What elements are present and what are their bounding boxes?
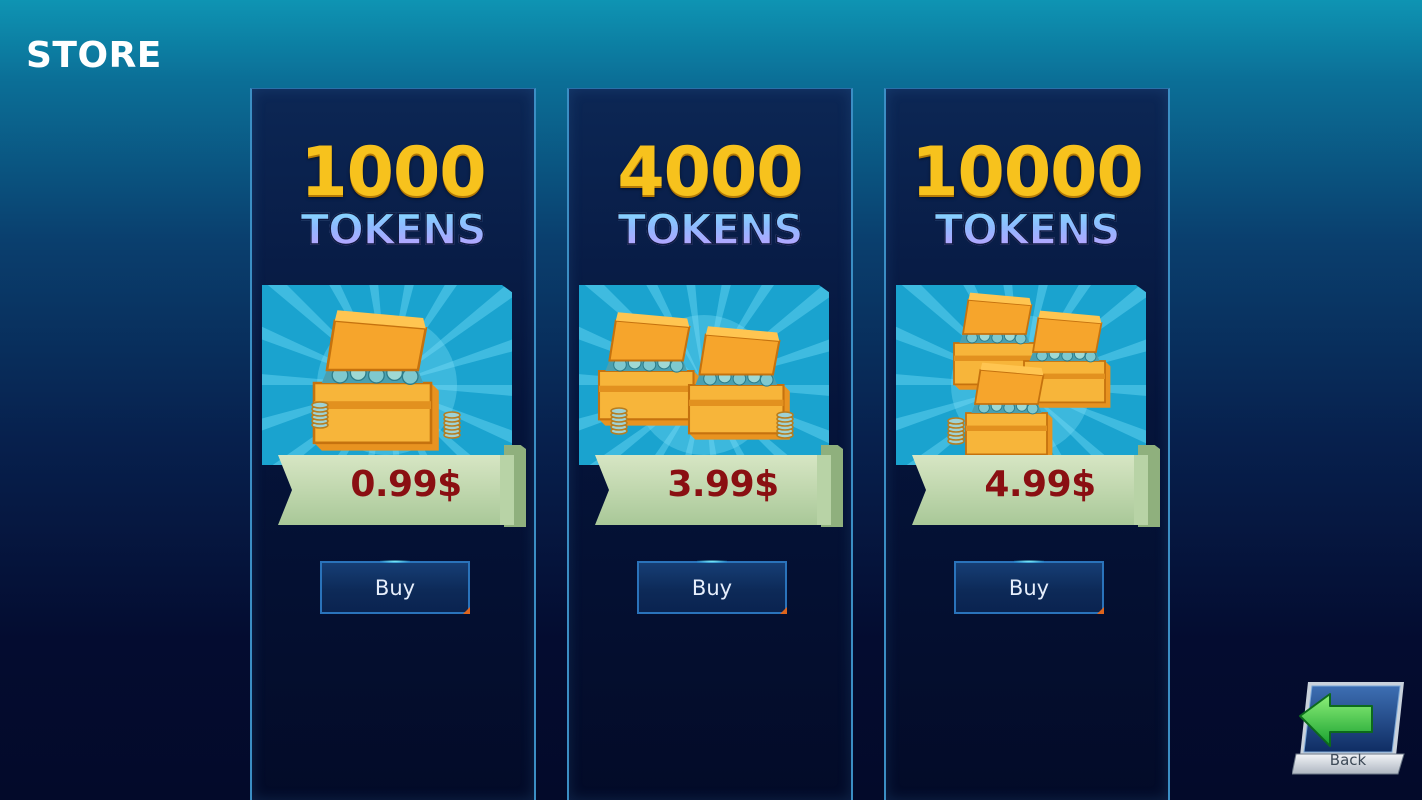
offer-price: 0.99$: [350, 464, 462, 505]
offer-unit: TOKENS: [934, 205, 1122, 254]
treasure-chest-image: [579, 285, 829, 465]
buy-button[interactable]: Buy: [320, 560, 470, 614]
offer-price: 3.99$: [667, 464, 779, 505]
offer-unit: TOKENS: [300, 205, 488, 254]
back-arrow-icon: [1299, 693, 1373, 747]
offer-card-1000: 1000 TOKENS 0.99$ Buy: [250, 88, 536, 800]
price-ribbon: 4.99$: [912, 445, 1160, 527]
offer-unit: TOKENS: [617, 205, 805, 254]
offer-card-4000: 4000 TOKENS 3.99$ Buy: [567, 88, 853, 800]
price-ribbon: 3.99$: [595, 445, 843, 527]
store-title: STORE: [26, 35, 162, 76]
buy-button[interactable]: Buy: [637, 560, 787, 614]
price-ribbon: 0.99$: [278, 445, 526, 527]
treasure-chest-image: [896, 285, 1146, 465]
offer-amount: 4000: [617, 133, 803, 212]
back-button[interactable]: Back: [1291, 678, 1408, 776]
offer-card-10000: 10000 TOKENS 4.99$ Buy: [884, 88, 1170, 800]
offer-amount: 1000: [300, 133, 486, 212]
back-button-label: Back: [1329, 751, 1367, 769]
treasure-chest-image: [262, 285, 512, 465]
offer-price: 4.99$: [984, 464, 1096, 505]
offer-amount: 10000: [911, 133, 1144, 212]
buy-button[interactable]: Buy: [954, 560, 1104, 614]
